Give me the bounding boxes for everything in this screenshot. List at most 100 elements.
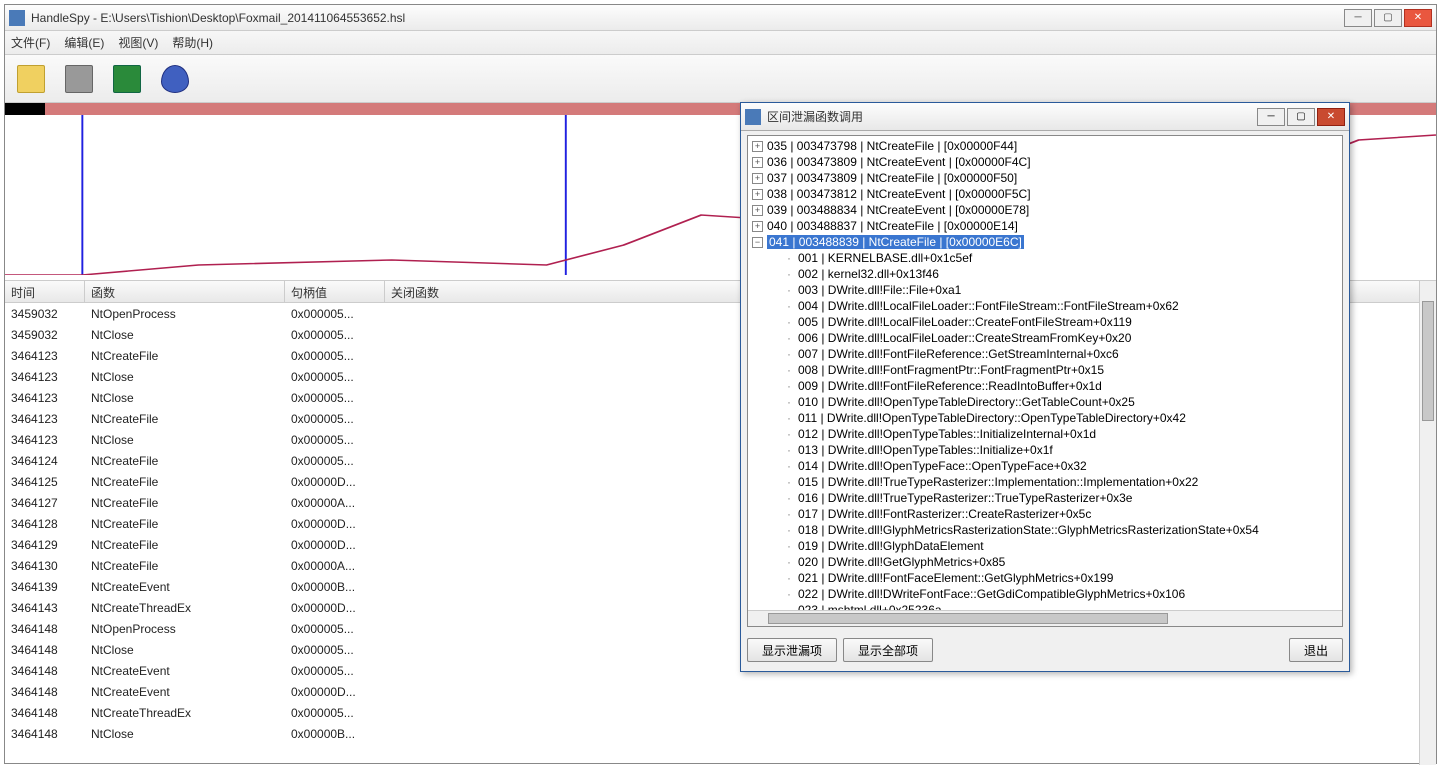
cell-time: 3464124: [5, 454, 85, 468]
table-row[interactable]: 3464148NtCreateThreadEx0x000005...: [5, 702, 1436, 723]
tree-view[interactable]: 035 | 003473798 | NtCreateFile | [0x0000…: [747, 135, 1343, 627]
expand-icon[interactable]: [752, 157, 763, 168]
tree-parent[interactable]: 038 | 003473812 | NtCreateEvent | [0x000…: [748, 186, 1342, 202]
tree-child[interactable]: ·004 | DWrite.dll!LocalFileLoader::FontF…: [748, 298, 1342, 314]
cell-handle: 0x000005...: [285, 370, 385, 384]
tree-child-label: 011 | DWrite.dll!OpenTypeTableDirectory:…: [798, 411, 1186, 425]
menu-edit[interactable]: 编辑(E): [64, 34, 104, 51]
tree-child[interactable]: ·003 | DWrite.dll!File::File+0xa1: [748, 282, 1342, 298]
scroll-thumb[interactable]: [1422, 301, 1434, 421]
cell-handle: 0x00000D...: [285, 601, 385, 615]
table-vscrollbar[interactable]: [1419, 281, 1436, 765]
tree-connector: ·: [782, 523, 796, 537]
tree-child-label: 008 | DWrite.dll!FontFragmentPtr::FontFr…: [798, 363, 1104, 377]
tree-child[interactable]: ·005 | DWrite.dll!LocalFileLoader::Creat…: [748, 314, 1342, 330]
tree-child[interactable]: ·002 | kernel32.dll+0x13f46: [748, 266, 1342, 282]
toolbar-pc-button[interactable]: [59, 59, 99, 99]
tree-child[interactable]: ·016 | DWrite.dll!TrueTypeRasterizer::Tr…: [748, 490, 1342, 506]
cell-handle: 0x00000A...: [285, 496, 385, 510]
toolbar-shield-button[interactable]: [155, 59, 195, 99]
show-leak-button[interactable]: 显示泄漏项: [747, 638, 837, 662]
tree-parent[interactable]: 037 | 003473809 | NtCreateFile | [0x0000…: [748, 170, 1342, 186]
maximize-button[interactable]: ▢: [1374, 9, 1402, 27]
toolbar-chip-button[interactable]: [107, 59, 147, 99]
tree-child[interactable]: ·014 | DWrite.dll!OpenTypeFace::OpenType…: [748, 458, 1342, 474]
table-row[interactable]: 3464148NtCreateEvent0x00000D...: [5, 681, 1436, 702]
window-title: HandleSpy - E:\Users\Tishion\Desktop\Fox…: [31, 11, 1344, 25]
expand-icon[interactable]: [752, 189, 763, 200]
leak-dialog: 区间泄漏函数调用 ─ ▢ ✕ 035 | 003473798 | NtCreat…: [740, 102, 1350, 672]
tree-child[interactable]: ·022 | DWrite.dll!DWriteFontFace::GetGdi…: [748, 586, 1342, 602]
tree-connector: ·: [782, 475, 796, 489]
toolbar-open-button[interactable]: [11, 59, 51, 99]
cell-func: NtCreateThreadEx: [85, 706, 285, 720]
tree-child[interactable]: ·001 | KERNELBASE.dll+0x1c5ef: [748, 250, 1342, 266]
cell-func: NtClose: [85, 433, 285, 447]
cell-handle: 0x00000D...: [285, 475, 385, 489]
exit-button[interactable]: 退出: [1289, 638, 1343, 662]
tree-label: 040 | 003488837 | NtCreateFile | [0x0000…: [767, 219, 1018, 233]
tree-child[interactable]: ·021 | DWrite.dll!FontFaceElement::GetGl…: [748, 570, 1342, 586]
tree-parent[interactable]: 036 | 003473809 | NtCreateEvent | [0x000…: [748, 154, 1342, 170]
cell-time: 3464148: [5, 727, 85, 741]
col-func[interactable]: 函数: [85, 281, 285, 302]
cell-time: 3464123: [5, 349, 85, 363]
menu-view[interactable]: 视图(V): [118, 34, 158, 51]
cell-func: NtCreateFile: [85, 517, 285, 531]
cell-func: NtCreateEvent: [85, 685, 285, 699]
tree-child[interactable]: ·007 | DWrite.dll!FontFileReference::Get…: [748, 346, 1342, 362]
tree-parent[interactable]: 039 | 003488834 | NtCreateEvent | [0x000…: [748, 202, 1342, 218]
minimize-button[interactable]: ─: [1344, 9, 1372, 27]
tree-child-label: 012 | DWrite.dll!OpenTypeTables::Initial…: [798, 427, 1096, 441]
tree-child[interactable]: ·017 | DWrite.dll!FontRasterizer::Create…: [748, 506, 1342, 522]
menu-file[interactable]: 文件(F): [11, 34, 50, 51]
tree-child[interactable]: ·019 | DWrite.dll!GlyphDataElement: [748, 538, 1342, 554]
tree-child[interactable]: ·011 | DWrite.dll!OpenTypeTableDirectory…: [748, 410, 1342, 426]
tree-parent[interactable]: 040 | 003488837 | NtCreateFile | [0x0000…: [748, 218, 1342, 234]
cell-handle: 0x000005...: [285, 622, 385, 636]
cell-handle: 0x000005...: [285, 706, 385, 720]
tree-child-label: 007 | DWrite.dll!FontFileReference::GetS…: [798, 347, 1119, 361]
expand-icon[interactable]: [752, 205, 763, 216]
chip-icon: [113, 65, 141, 93]
hscroll-thumb[interactable]: [768, 613, 1168, 624]
tree-child[interactable]: ·018 | DWrite.dll!GlyphMetricsRasterizat…: [748, 522, 1342, 538]
tree-child[interactable]: ·013 | DWrite.dll!OpenTypeTables::Initia…: [748, 442, 1342, 458]
tree-child[interactable]: ·020 | DWrite.dll!GetGlyphMetrics+0x85: [748, 554, 1342, 570]
expand-icon[interactable]: [752, 221, 763, 232]
show-all-button[interactable]: 显示全部项: [843, 638, 933, 662]
tree-child-label: 021 | DWrite.dll!FontFaceElement::GetGly…: [798, 571, 1113, 585]
expand-icon[interactable]: [752, 173, 763, 184]
dialog-close-button[interactable]: ✕: [1317, 108, 1345, 126]
tree-hscrollbar[interactable]: [748, 610, 1342, 626]
cell-handle: 0x00000D...: [285, 517, 385, 531]
cell-time: 3464123: [5, 412, 85, 426]
cell-func: NtCreateEvent: [85, 664, 285, 678]
tree-child[interactable]: ·010 | DWrite.dll!OpenTypeTableDirectory…: [748, 394, 1342, 410]
tree-child-label: 006 | DWrite.dll!LocalFileLoader::Create…: [798, 331, 1131, 345]
table-row[interactable]: 3464148NtClose0x00000B...: [5, 723, 1436, 744]
tree-child[interactable]: ·015 | DWrite.dll!TrueTypeRasterizer::Im…: [748, 474, 1342, 490]
tree-parent-expanded[interactable]: 041 | 003488839 | NtCreateFile | [0x0000…: [748, 234, 1342, 250]
close-button[interactable]: ✕: [1404, 9, 1432, 27]
dialog-minimize-button[interactable]: ─: [1257, 108, 1285, 126]
tree-connector: ·: [782, 443, 796, 457]
tree-child[interactable]: ·008 | DWrite.dll!FontFragmentPtr::FontF…: [748, 362, 1342, 378]
cell-func: NtCreateFile: [85, 559, 285, 573]
tree-parent[interactable]: 035 | 003473798 | NtCreateFile | [0x0000…: [748, 138, 1342, 154]
tree-child[interactable]: ·012 | DWrite.dll!OpenTypeTables::Initia…: [748, 426, 1342, 442]
cell-handle: 0x00000A...: [285, 559, 385, 573]
cell-time: 3464129: [5, 538, 85, 552]
cell-time: 3459032: [5, 328, 85, 342]
tree-connector: ·: [782, 363, 796, 377]
tree-child[interactable]: ·009 | DWrite.dll!FontFileReference::Rea…: [748, 378, 1342, 394]
tree-child-label: 019 | DWrite.dll!GlyphDataElement: [798, 539, 984, 553]
dialog-maximize-button[interactable]: ▢: [1287, 108, 1315, 126]
tree-child[interactable]: ·006 | DWrite.dll!LocalFileLoader::Creat…: [748, 330, 1342, 346]
collapse-icon[interactable]: [752, 237, 763, 248]
col-handle[interactable]: 句柄值: [285, 281, 385, 302]
col-time[interactable]: 时间: [5, 281, 85, 302]
cell-time: 3464148: [5, 622, 85, 636]
menu-help[interactable]: 帮助(H): [172, 34, 213, 51]
expand-icon[interactable]: [752, 141, 763, 152]
